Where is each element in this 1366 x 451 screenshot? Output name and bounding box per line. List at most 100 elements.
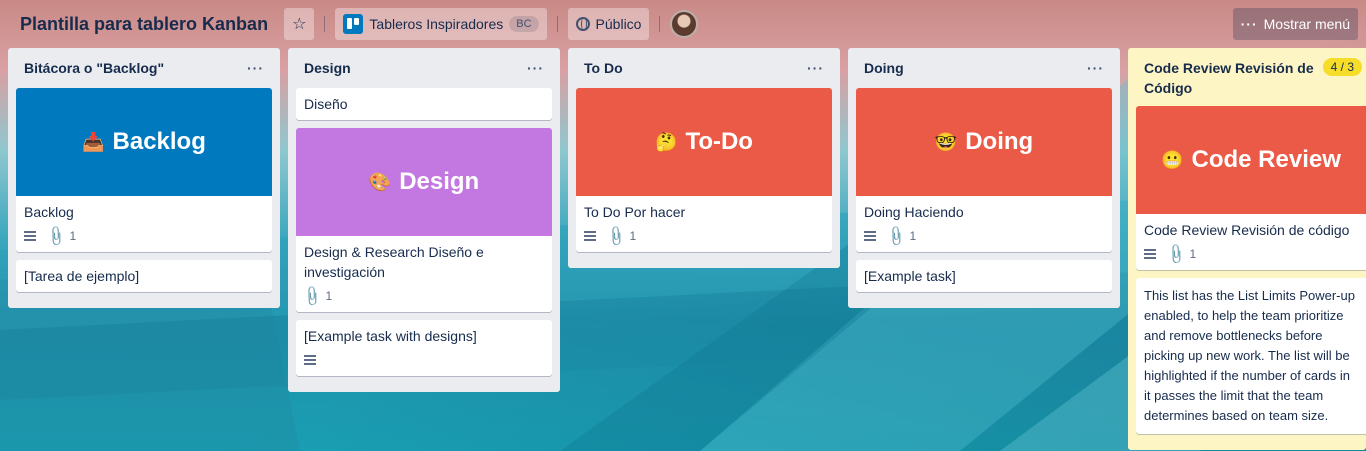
- divider: [324, 16, 326, 32]
- divider: [659, 16, 661, 32]
- list-title[interactable]: Code Review Revisión de Código: [1144, 58, 1317, 98]
- list-doing: Doing ··· 🤓 Doing Doing Haciendo 📎 1 [Ex…: [848, 48, 1120, 308]
- cover-text: Backlog: [112, 128, 206, 155]
- list-header[interactable]: Design ···: [296, 48, 552, 88]
- list-header[interactable]: Doing ···: [856, 48, 1112, 88]
- attachment-badge: 📎 1: [45, 224, 77, 247]
- list-title[interactable]: To Do: [584, 58, 807, 78]
- show-menu-button[interactable]: ··· Mostrar menú: [1232, 8, 1358, 40]
- paperclip-icon: 📎: [300, 284, 325, 308]
- trello-board-icon: [343, 14, 364, 34]
- list-header[interactable]: To Do ···: [576, 48, 832, 88]
- list-title[interactable]: Doing: [864, 58, 1087, 78]
- description-icon: [24, 231, 36, 241]
- card-cover: 🤔 To-Do: [576, 88, 832, 196]
- nerd-face-emoji: 🤓: [934, 131, 958, 152]
- list-limit-badge: 4 / 3: [1322, 58, 1362, 76]
- attachment-badge: 📎 1: [1165, 242, 1197, 265]
- more-icon: ···: [1240, 16, 1258, 32]
- card-title: This list has the List Limits Power-up e…: [1144, 288, 1355, 423]
- card[interactable]: 📥 Backlog Backlog 📎 1: [16, 88, 272, 252]
- grimacing-face-emoji: 😬: [1161, 149, 1184, 170]
- list-header[interactable]: Bitácora o "Backlog" ···: [16, 48, 272, 88]
- card-title: Backlog: [24, 204, 74, 220]
- card-body: Diseño: [296, 88, 552, 120]
- card-cover: 😬 Code Review: [1136, 106, 1366, 214]
- list-to-do: To Do ··· 🤔 To-Do To Do Por hacer 📎 1: [568, 48, 840, 268]
- card-cover: 🤓 Doing: [856, 88, 1112, 196]
- description-icon: [864, 231, 876, 241]
- card[interactable]: [Example task]: [856, 260, 1112, 292]
- board-header: Plantilla para tablero Kanban ☆ Tableros…: [0, 0, 1366, 48]
- card-body: Backlog 📎 1: [16, 196, 272, 252]
- list-backlog: Bitácora o "Backlog" ··· 📥 Backlog Backl…: [8, 48, 280, 308]
- list-code-review: Code Review Revisión de Código 4 / 3 😬 C…: [1128, 48, 1366, 450]
- member-avatar[interactable]: [670, 10, 699, 38]
- card-cover: 📥 Backlog: [16, 88, 272, 196]
- attachment-count: 1: [629, 229, 637, 243]
- card-title: Doing Haciendo: [864, 204, 964, 220]
- card-body: To Do Por hacer 📎 1: [576, 196, 832, 252]
- card[interactable]: 😬 Code Review Code Review Revisión de có…: [1136, 106, 1366, 270]
- cover-text: To-Do: [685, 128, 753, 155]
- list-more-icon[interactable]: ···: [807, 58, 824, 78]
- board-lists: Bitácora o "Backlog" ··· 📥 Backlog Backl…: [8, 48, 1366, 450]
- card-title: [Example task with designs]: [304, 328, 477, 344]
- workspace-badge: BC: [509, 16, 539, 32]
- card-title: Code Review Revisión de código: [1144, 222, 1350, 238]
- attachment-count: 1: [909, 229, 917, 243]
- card-badges: 📎 1: [584, 224, 824, 248]
- attachment-badge: 📎 1: [885, 224, 917, 247]
- card-badges: 📎 1: [864, 224, 1104, 248]
- list-title[interactable]: Design: [304, 58, 527, 78]
- globe-icon: [575, 17, 590, 31]
- list-more-icon[interactable]: ···: [527, 58, 544, 78]
- attachment-count: 1: [69, 229, 77, 243]
- visibility-label: Público: [595, 16, 642, 32]
- card-title: To Do Por hacer: [584, 204, 686, 220]
- card-body: Code Review Revisión de código 📎 1: [1136, 214, 1366, 270]
- board-title[interactable]: Plantilla para tablero Kanban: [20, 14, 268, 35]
- card-cover: 🎨 Design: [296, 128, 552, 236]
- attachment-count: 1: [325, 289, 333, 303]
- card[interactable]: This list has the List Limits Power-up e…: [1136, 278, 1366, 434]
- paperclip-icon: 📎: [44, 224, 69, 248]
- card[interactable]: 🎨 Design Design & Research Diseño e inve…: [296, 128, 552, 312]
- card-body: [Example task with designs]: [296, 320, 552, 376]
- card-badges: [304, 350, 544, 370]
- star-icon: ☆: [292, 16, 307, 33]
- paperclip-icon: 📎: [884, 224, 909, 248]
- card-body: [Tarea de ejemplo]: [16, 260, 272, 292]
- attachment-badge: 📎 1: [301, 284, 333, 307]
- show-menu-label: Mostrar menú: [1263, 16, 1350, 32]
- inbox-tray-emoji: 📥: [82, 131, 105, 152]
- card-body: Doing Haciendo 📎 1: [856, 196, 1112, 252]
- list-more-icon[interactable]: ···: [247, 58, 264, 78]
- card-title: Diseño: [304, 96, 348, 112]
- card-title: Design & Research Diseño e investigación: [304, 244, 484, 280]
- card-body: Design & Research Diseño e investigación…: [296, 236, 552, 312]
- card[interactable]: 🤔 To-Do To Do Por hacer 📎 1: [576, 88, 832, 252]
- attachment-badge: 📎 1: [605, 224, 637, 247]
- description-icon: [1144, 249, 1156, 259]
- list-title[interactable]: Bitácora o "Backlog": [24, 58, 247, 78]
- list-header[interactable]: Code Review Revisión de Código 4 / 3: [1136, 48, 1366, 106]
- card[interactable]: Diseño: [296, 88, 552, 120]
- card[interactable]: [Example task with designs]: [296, 320, 552, 376]
- card-body: [Example task]: [856, 260, 1112, 292]
- thinking-face-emoji: 🤔: [655, 131, 678, 152]
- palette-emoji: 🎨: [368, 171, 392, 192]
- card[interactable]: [Tarea de ejemplo]: [16, 260, 272, 292]
- description-icon: [584, 231, 596, 241]
- visibility-button[interactable]: Público: [567, 8, 650, 40]
- cover-text: Design: [399, 168, 480, 195]
- cover-text: Doing: [965, 128, 1034, 155]
- workspace-name: Tableros Inspiradores: [369, 16, 504, 32]
- attachment-count: 1: [1189, 247, 1197, 261]
- paperclip-icon: 📎: [1164, 242, 1189, 266]
- card[interactable]: 🤓 Doing Doing Haciendo 📎 1: [856, 88, 1112, 252]
- workspace-button[interactable]: Tableros Inspiradores BC: [335, 8, 547, 40]
- paperclip-icon: 📎: [604, 224, 629, 248]
- star-button[interactable]: ☆: [284, 8, 315, 40]
- list-more-icon[interactable]: ···: [1087, 58, 1104, 78]
